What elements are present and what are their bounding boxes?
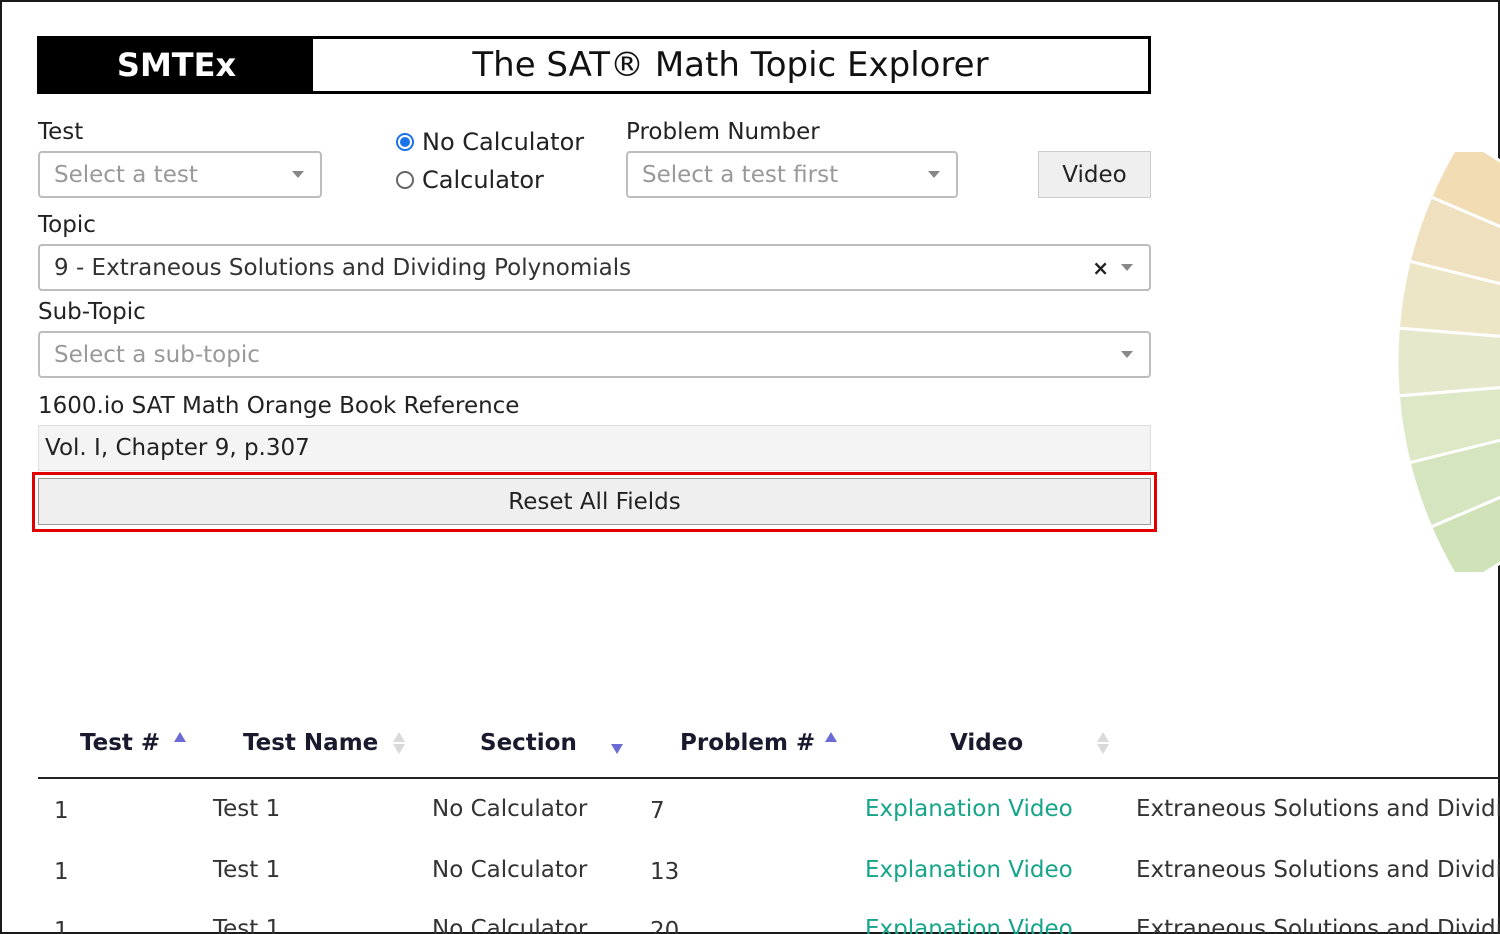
sort-desc-icon[interactable]	[611, 744, 623, 754]
cell-subtopic: Extraneous Solutions and Dividing	[1136, 857, 1500, 883]
column-header-test-name[interactable]: Test Name	[243, 730, 378, 756]
clear-icon[interactable]: ×	[1092, 256, 1109, 280]
radio-no-calculator[interactable]: No Calculator	[396, 128, 584, 156]
sort-asc-icon[interactable]	[825, 732, 837, 742]
radio-calculator-label: Calculator	[422, 166, 544, 194]
column-header-test-number[interactable]: Test #	[80, 730, 160, 756]
subtopic-select[interactable]: Select a sub-topic	[38, 331, 1151, 378]
cell-test-number: 1	[54, 798, 69, 824]
cell-problem-number: 7	[650, 798, 665, 824]
cell-test-number: 1	[54, 918, 69, 934]
cell-section: No Calculator	[432, 916, 588, 934]
table-header-divider	[38, 777, 1500, 779]
radio-calculator[interactable]: Calculator	[396, 166, 544, 194]
subtopic-label: Sub-Topic	[38, 299, 146, 325]
test-select[interactable]: Select a test	[38, 151, 322, 198]
topic-select[interactable]: 9 - Extraneous Solutions and Dividing Po…	[38, 244, 1151, 291]
sort-asc-icon[interactable]	[174, 732, 186, 742]
sort-none-icon[interactable]	[1097, 732, 1109, 754]
cell-test-number: 1	[54, 859, 69, 885]
sort-none-icon[interactable]	[393, 732, 405, 754]
radio-selected-icon	[396, 133, 414, 151]
reference-value: Vol. I, Chapter 9, p.307	[45, 435, 310, 461]
table-row: 1 Test 1 No Calculator 20 Explanation Vi…	[2, 912, 1500, 934]
chevron-down-icon	[928, 171, 940, 178]
reference-label: 1600.io SAT Math Orange Book Reference	[38, 393, 520, 419]
cell-test-name: Test 1	[213, 796, 281, 822]
explanation-video-link[interactable]: Explanation Video	[865, 916, 1073, 934]
cell-problem-number: 13	[650, 859, 680, 885]
explanation-video-link[interactable]: Explanation Video	[865, 796, 1073, 822]
explanation-video-link[interactable]: Explanation Video	[865, 857, 1073, 883]
column-header-video[interactable]: Video	[950, 730, 1023, 756]
reference-field: Vol. I, Chapter 9, p.307	[38, 425, 1151, 471]
cell-section: No Calculator	[432, 796, 588, 822]
column-header-section[interactable]: Section	[480, 730, 577, 756]
topic-select-value: 9 - Extraneous Solutions and Dividing Po…	[54, 254, 632, 281]
radio-unselected-icon	[396, 171, 414, 189]
subtopic-select-value: Select a sub-topic	[54, 341, 260, 368]
cell-section: No Calculator	[432, 857, 588, 883]
chevron-down-icon	[1121, 351, 1133, 358]
radio-no-calculator-label: No Calculator	[422, 128, 585, 156]
chevron-down-icon	[1121, 264, 1133, 271]
topic-label: Topic	[38, 212, 96, 238]
cell-problem-number: 20	[650, 918, 680, 934]
cell-test-name: Test 1	[213, 857, 281, 883]
table-row: 1 Test 1 No Calculator 7 Explanation Vid…	[2, 792, 1500, 852]
cell-subtopic: Extraneous Solutions and Dividing	[1136, 796, 1500, 822]
test-label: Test	[38, 119, 84, 145]
column-header-problem-number[interactable]: Problem #	[680, 730, 815, 756]
table-row: 1 Test 1 No Calculator 13 Explanation Vi…	[2, 853, 1500, 913]
problem-select[interactable]: Select a test first	[626, 151, 958, 198]
chevron-down-icon	[292, 171, 304, 178]
cell-subtopic: Extraneous Solutions and Dividing	[1136, 916, 1500, 934]
video-button[interactable]: Video	[1038, 151, 1151, 198]
cell-test-name: Test 1	[213, 916, 281, 934]
problem-label: Problem Number	[626, 119, 820, 145]
app-header: SMTEx The SAT® Math Topic Explorer	[37, 36, 1151, 94]
test-select-value: Select a test	[54, 161, 198, 188]
sunburst-chart	[1397, 152, 1500, 572]
problem-select-value: Select a test first	[642, 161, 839, 188]
reset-all-button[interactable]: Reset All Fields	[38, 478, 1151, 525]
sunburst-segment[interactable]	[1397, 326, 1500, 398]
page-title: The SAT® Math Topic Explorer	[472, 45, 989, 85]
brand-logo: SMTEx	[40, 39, 313, 91]
